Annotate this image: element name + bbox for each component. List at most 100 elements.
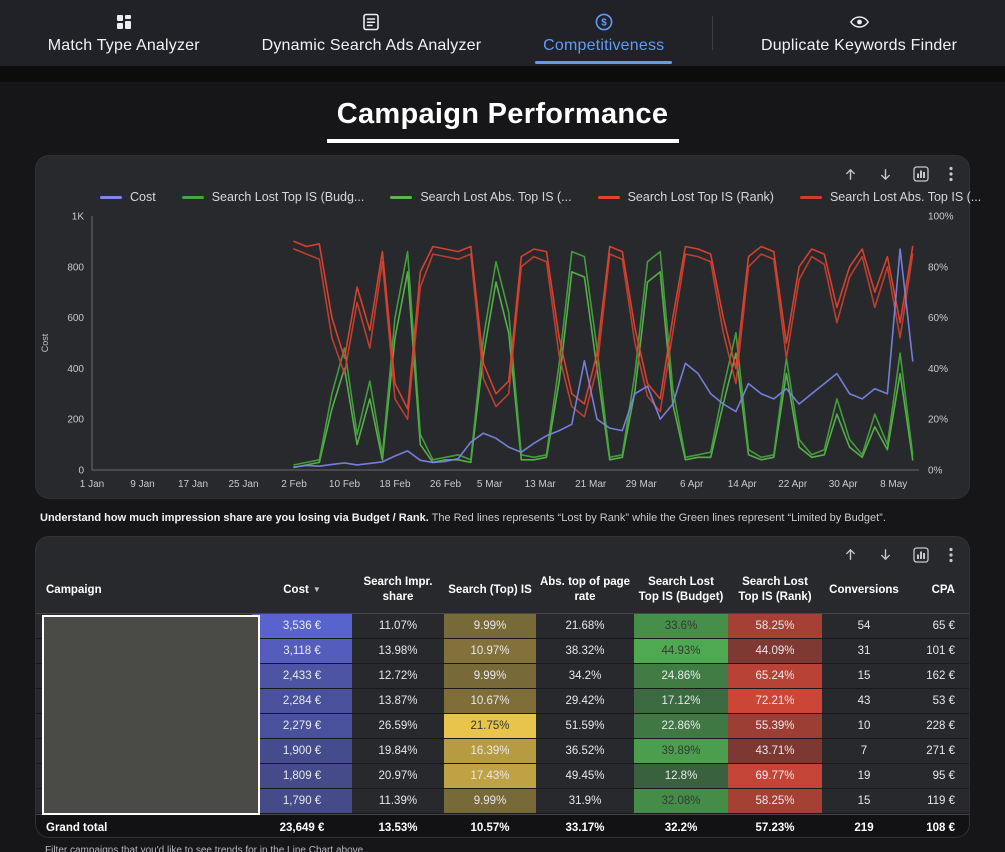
tab-duplicate-keywords-finder[interactable]: Duplicate Keywords Finder [747,0,971,66]
y-axis-title: Cost [40,333,50,352]
legend-line-swatch [181,195,204,199]
heatmap-cell: 2,433 € [252,663,352,688]
title-underline [326,139,679,143]
eye-icon [849,12,870,32]
cell-impr_share: 11.39% [378,794,418,807]
cell-impr_share: 19.84% [378,744,418,757]
table-header-row: Campaign Cost ▼ Search Impr. share Search (T… [36,567,969,614]
cell-impr_share: 13.87% [378,694,418,707]
cell-lost_budget: 39.89% [634,738,728,763]
cell-top_is: 16.39% [444,738,536,763]
line-chart: 0 200 400 600 800 1K 0% 20% 40% 60% 80% 100% 1 Jan 9 … [40,212,954,491]
y-right-tick-label: 100% [928,212,954,223]
cell-abs_top: 51.59% [565,719,605,732]
move-up-icon[interactable] [843,547,858,562]
dashboard-grid-icon [114,12,134,32]
cell-cpa: 53 € [932,694,955,707]
heatmap-cell: 1,790 € [252,788,352,813]
x-tick-label: 17 Jan [178,479,208,490]
x-tick-label: 18 Feb [379,479,411,490]
column-header-lost_rank[interactable]: Search Lost Top IS (Rank) [728,572,822,607]
cell-impr_share: 20.97% [378,769,418,782]
cell-cost: 2,284 € [252,688,352,713]
tab-label: Match Type Analyzer [47,36,200,54]
cell-top_is: 9.99% [444,663,536,688]
heatmap-cell: 44.93% [634,638,728,663]
tab-competitiveness[interactable]: $ Competitiveness [529,0,678,66]
column-header-label: CPA [931,583,955,596]
cell-cpa: 119 € [927,794,955,807]
heatmap-cell: 44.09% [728,638,822,663]
column-header-label: Cost [283,583,309,596]
grand-total-top_is: 10.57% [470,821,510,834]
cell-cost: 2,433 € [252,663,352,688]
y-left-tick-label: 1K [72,212,85,223]
column-header-cost[interactable]: Cost ▼ [252,580,352,600]
x-tick-label: 6 Apr [680,479,704,490]
legend-label: Search Lost Top IS (Budg... [211,190,365,204]
x-tick-label: 1 Jan [80,479,104,490]
cell-cpa: 101 € [926,644,955,657]
campaign-table-card: Campaign Cost ▼ Search Impr. share Search (T… [35,535,970,838]
column-header-conversions[interactable]: Conversions [822,580,906,600]
heatmap-cell: 33.6% [634,613,728,638]
cell-lost_budget: 44.93% [634,638,728,663]
heatmap-cell: 9.99% [444,613,536,638]
y-left-tick-label: 0 [78,466,84,477]
move-up-icon[interactable] [843,167,858,182]
x-tick-label: 8 May [880,479,907,490]
y-right-tick-label: 40% [928,364,948,375]
cell-cost: 1,809 € [252,763,352,788]
cell-conversions: 15 [857,794,871,807]
heatmap-cell: 69.77% [728,763,822,788]
title-block: Campaign Performance [0,98,1005,143]
column-header-top_is[interactable]: Search (Top) IS [444,580,536,600]
grand-total-label: Grand total [46,821,108,834]
legend-item: Search Lost Abs. Top IS (... [799,190,981,204]
cell-lost_budget: 17.12% [634,688,728,713]
cell-lost_rank: 58.25% [728,613,822,638]
x-tick-label: 25 Jan [228,479,258,490]
cell-abs_top: 38.32% [565,644,605,657]
column-header-impr_share[interactable]: Search Impr. share [352,572,444,607]
more-options-icon[interactable] [949,547,953,563]
chart-options-icon[interactable] [913,166,929,182]
heatmap-cell: 1,900 € [252,738,352,763]
tab-match-type-analyzer[interactable]: Match Type Analyzer [34,0,214,66]
cell-conversions: 54 [857,619,871,632]
column-header-lost_budget[interactable]: Search Lost Top IS (Budget) [634,572,728,607]
legend-line-swatch [597,195,620,199]
more-options-icon[interactable] [949,166,953,182]
column-header-campaign[interactable]: Campaign [36,580,252,600]
column-header-abs_top[interactable]: Abs. top of page rate [536,572,634,607]
cell-cost: 2,279 € [252,713,352,738]
series-cost [293,248,914,468]
column-header-cpa[interactable]: CPA [906,580,969,600]
chart-toolbar [843,166,953,182]
grand-total-row: Grand total 23,649 € 13.53% 10.57% 33.17% 32.… [36,813,969,837]
cell-abs_top: 29.42% [565,694,605,707]
y-right-tick-label: 60% [928,313,948,324]
heatmap-cell: 58.25% [728,788,822,813]
x-tick-label: 21 Mar [575,479,607,490]
tab-label: Competitiveness [543,36,665,54]
move-down-icon[interactable] [878,547,893,562]
cell-top_is: 9.99% [444,613,536,638]
cell-abs_top: 36.52% [565,744,605,757]
series-search-lost-abs-top-is-rank [293,248,914,420]
cell-lost_budget: 12.8% [634,763,728,788]
grand-total-abs_top: 33.17% [565,821,605,834]
move-down-icon[interactable] [878,167,893,182]
x-tick-label: 5 Mar [477,479,503,490]
tab-dynamic-search-ads-analyzer[interactable]: Dynamic Search Ads Analyzer [248,0,496,66]
sort-desc-icon: ▼ [312,584,321,594]
legend-item: Cost [100,190,156,204]
cell-lost_budget: 33.6% [634,613,728,638]
heatmap-cell: 22.86% [634,713,728,738]
heatmap-cell: 58.25% [728,613,822,638]
svg-text:$: $ [601,17,607,28]
legend-item: Search Lost Top IS (Budg... [181,190,365,204]
cell-abs_top: 21.68% [565,619,605,632]
chart-options-icon[interactable] [913,547,929,563]
x-tick-label: 9 Jan [130,479,154,490]
